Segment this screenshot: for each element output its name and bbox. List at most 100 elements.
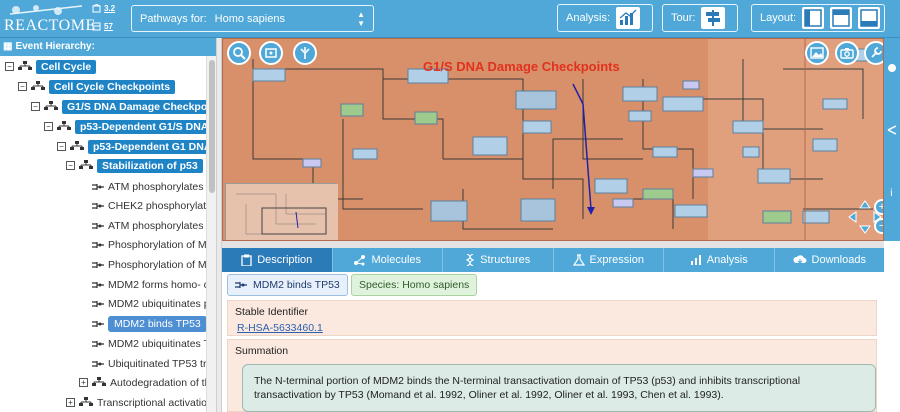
tree-item-p53-dependent-g1s[interactable]: − p53-Dependent G1/S DNA da xyxy=(44,118,206,135)
right-side-rail: i xyxy=(884,38,900,241)
layout-controls: Layout: xyxy=(751,4,885,32)
collapse-icon[interactable]: − xyxy=(66,161,75,170)
image-icon xyxy=(810,47,824,59)
tree-item-autodegradation[interactable]: + Autodegradation of th xyxy=(79,374,206,391)
species-value: Homo sapiens xyxy=(214,12,285,25)
details-panel: MDM2 binds TP53 Species: Homo sapiens St… xyxy=(222,272,884,412)
side-rail-icons: i xyxy=(887,64,897,199)
version-info[interactable]: 3.2 xyxy=(92,4,115,13)
version-number: 3.2 xyxy=(104,4,116,13)
pathway-diagram[interactable]: G1/S DNA Damage Checkpoints xyxy=(222,38,884,241)
db-count[interactable]: 57 xyxy=(92,22,113,31)
tree-item-reaction[interactable]: Phosphorylation of M xyxy=(92,256,206,273)
reaction-icon xyxy=(235,282,247,288)
tree-illustration-icon xyxy=(300,47,310,59)
reaction-icon xyxy=(92,261,104,268)
tree-label: G1/S DNA Damage Checkpoints xyxy=(62,99,206,114)
tree-label: Ubiquitinated TP53 tra xyxy=(108,357,206,370)
species-label: Pathways for: xyxy=(140,12,207,25)
species-selector[interactable]: Pathways for: Homo sapiens ▲ ▼ xyxy=(131,5,374,32)
reaction-chip[interactable]: MDM2 binds TP53 xyxy=(227,274,348,296)
fit-diagram-button[interactable] xyxy=(259,41,283,65)
tree-item-reaction[interactable]: MDM2 ubiquitinates p xyxy=(92,295,206,312)
tree-item-reaction-selected[interactable]: MDM2 binds TP53 xyxy=(92,315,206,332)
tab-label: Analysis xyxy=(706,254,748,266)
svg-text:i: i xyxy=(890,188,893,199)
collapse-icon[interactable]: − xyxy=(31,102,40,111)
reactome-logo[interactable]: REACTOME xyxy=(4,3,95,35)
tree-item-reaction[interactable]: MDM2 forms homo- c xyxy=(92,276,206,293)
logo-text: REACTOME xyxy=(4,17,96,34)
tab-structures[interactable]: Structures xyxy=(443,248,554,272)
collapse-icon[interactable]: − xyxy=(57,142,66,151)
expand-icon[interactable]: + xyxy=(66,398,75,407)
hierarchy-title-text: Event Hierarchy: xyxy=(15,41,95,52)
count-number: 57 xyxy=(104,22,113,31)
tour-button[interactable]: Tour: xyxy=(662,4,738,32)
tree-item-p53-dependent-g1[interactable]: − p53-Dependent G1 DNA D xyxy=(57,138,206,155)
collapse-icon[interactable]: − xyxy=(44,122,53,131)
summation-text: The N-terminal portion of MDM2 binds the… xyxy=(242,364,876,412)
analysis-button[interactable]: Analysis: xyxy=(557,4,653,32)
tab-analysis[interactable]: Analysis xyxy=(664,248,775,272)
expand-icon[interactable]: + xyxy=(79,378,88,387)
horizontal-splitter[interactable] xyxy=(222,241,884,248)
layout-top-icon[interactable] xyxy=(830,7,853,29)
bar-chart-icon xyxy=(690,255,701,265)
tree-item-reaction[interactable]: Ubiquitinated TP53 tra xyxy=(92,355,206,372)
tab-label: Expression xyxy=(589,254,644,266)
tree-item-stabilization-of-p53[interactable]: − Stabilization of p53 xyxy=(66,157,203,174)
tree-item-reaction[interactable]: Phosphorylation of M xyxy=(92,236,206,253)
camera-button[interactable] xyxy=(835,41,859,65)
scrollbar-thumb[interactable] xyxy=(209,60,215,193)
reaction-chip-label: MDM2 binds TP53 xyxy=(253,279,340,291)
chevron-updown-icon: ▲ ▼ xyxy=(357,9,365,28)
top-header: REACTOME 3.2 57 Pathways for: Homo sapie… xyxy=(0,0,900,38)
tree-label: MDM2 binds TP53 xyxy=(108,315,206,332)
tree-item-transcriptional-activation[interactable]: + Transcriptional activation xyxy=(66,394,206,411)
clipboard-icon xyxy=(241,254,252,266)
hierarchy-scrollbar[interactable] xyxy=(206,56,216,412)
signpost-icon xyxy=(701,7,726,29)
tab-expression[interactable]: Expression xyxy=(554,248,664,272)
tree-item-reaction[interactable]: CHEK2 phosphorylate xyxy=(92,197,206,214)
stable-identifier-section: Stable Identifier R-HSA-5633460.1 xyxy=(227,300,877,336)
tree-item-cell-cycle[interactable]: − Cell Cycle xyxy=(5,58,97,75)
box-icon xyxy=(92,4,101,13)
tab-downloads[interactable]: Downloads xyxy=(775,248,885,272)
search-button[interactable] xyxy=(227,41,251,65)
tab-label: Structures xyxy=(480,254,531,266)
tree-label: ATM phosphorylates xyxy=(108,219,204,232)
tab-description[interactable]: Description xyxy=(222,248,333,272)
diagram-title: G1/S DNA Damage Checkpoints xyxy=(423,59,620,74)
pathway-icon xyxy=(44,100,58,110)
stable-id-link[interactable]: R-HSA-5633460.1 xyxy=(237,322,323,334)
pathway-icon xyxy=(79,159,93,169)
tree-item-reaction[interactable]: ATM phosphorylates xyxy=(92,217,204,234)
tree-item-reaction[interactable]: ATM phosphorylates xyxy=(92,178,204,195)
zoom-in-button[interactable]: + xyxy=(874,199,883,215)
summation-heading: Summation xyxy=(235,345,289,357)
tab-label: Downloads xyxy=(811,254,866,266)
tree-item-reaction[interactable]: MDM2 ubiquitinates T xyxy=(92,335,206,352)
analysis-label: Analysis: xyxy=(566,12,611,24)
pathway-icon xyxy=(31,80,45,90)
reaction-icon xyxy=(92,340,104,347)
tree-item-cell-cycle-checkpoints[interactable]: − Cell Cycle Checkpoints xyxy=(18,78,176,95)
diagram-thumbnail[interactable] xyxy=(225,183,338,240)
collapse-icon[interactable]: − xyxy=(5,62,14,71)
settings-button[interactable] xyxy=(864,41,883,65)
layout-bottom-icon[interactable] xyxy=(858,7,880,29)
logo-graphic-icon xyxy=(9,5,83,15)
layout-left-icon[interactable] xyxy=(802,7,825,29)
image-export-button[interactable] xyxy=(805,41,829,65)
event-hierarchy-tree: − Cell Cycle − Cell Cycle Checkpoints − … xyxy=(0,56,206,412)
illustration-button[interactable] xyxy=(293,41,317,65)
pathway-icon xyxy=(70,140,84,150)
collapse-icon[interactable]: − xyxy=(18,82,27,91)
details-scroll-gutter xyxy=(884,248,900,412)
pathway-icon xyxy=(79,396,93,406)
zoom-out-button[interactable]: − xyxy=(874,218,883,234)
tab-molecules[interactable]: Molecules xyxy=(333,248,443,272)
tree-item-g1s-dna-damage-checkpoints[interactable]: − G1/S DNA Damage Checkpoints xyxy=(31,98,206,115)
